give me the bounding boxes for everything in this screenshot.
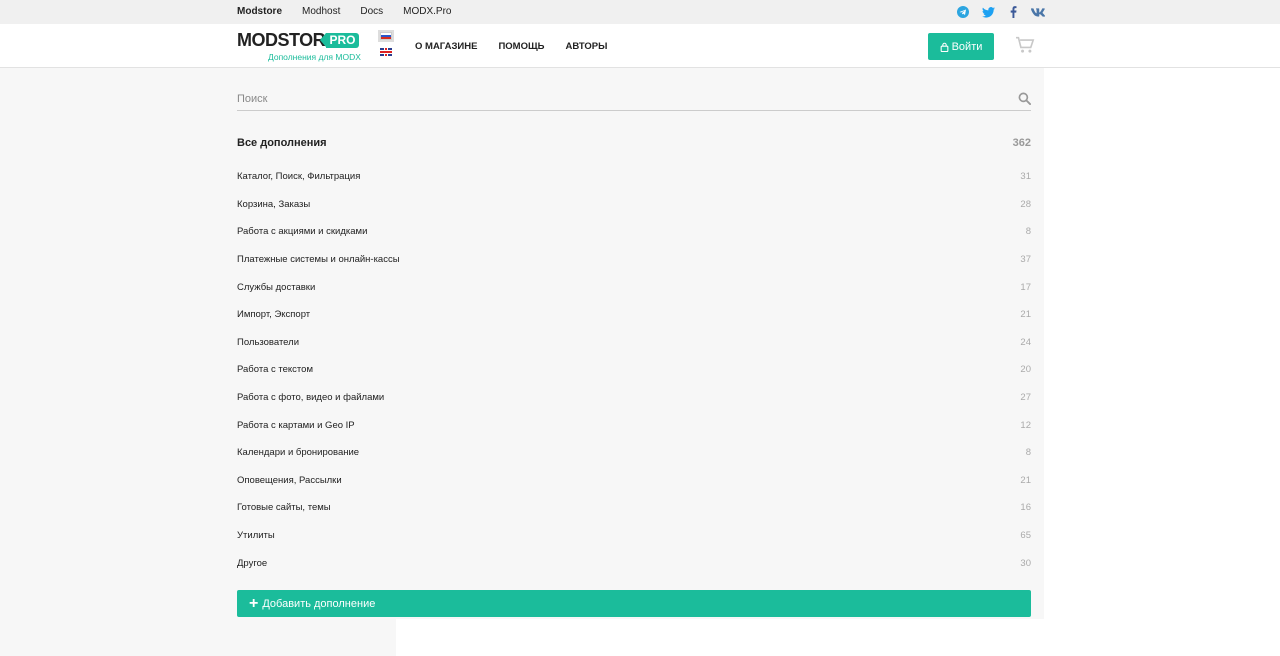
login-button[interactable]: Войти [928,33,994,60]
category-name: Работа с картами и Geo IP [237,419,355,431]
category-count: 362 [1012,137,1031,149]
category-item[interactable]: Работа с акциями и скидками 8 [237,218,1031,246]
category-count: 65 [1020,530,1031,542]
category-item[interactable]: Другое 30 [237,549,1031,577]
facebook-icon[interactable] [1006,5,1020,19]
category-count: 17 [1020,281,1031,293]
category-item[interactable]: Готовые сайты, темы 16 [237,494,1031,522]
category-name: Корзина, Заказы [237,198,311,210]
category-item[interactable]: Утилиты 65 [237,522,1031,550]
category-item[interactable]: Календари и бронирование 8 [237,439,1031,467]
logo-badge: PRO [320,33,359,48]
category-name: Утилиты [237,530,275,542]
category-name: Пользователи [237,336,300,348]
category-name: Работа с текстом [237,364,313,376]
category-name: Календари и бронирование [237,447,360,459]
category-name: Службы доставки [237,281,316,293]
nav-about[interactable]: О МАГАЗИНЕ [415,41,477,52]
category-name: Каталог, Поиск, Фильтрация [237,171,361,183]
category-count: 28 [1020,198,1031,210]
category-rows: Каталог, Поиск, Фильтрация 31 Корзина, Зак… [237,163,1031,577]
topbar: Modstore Modhost Docs MODX.Pro [0,0,1280,24]
toplink-modx-pro[interactable]: MODX.Pro [403,0,451,24]
category-name: Работа с фото, видео и файлами [237,392,385,404]
category-all[interactable]: Все дополнения 362 [237,129,1031,157]
lang-ru[interactable] [378,30,394,42]
category-item[interactable]: Работа с текстом 20 [237,356,1031,384]
add-addon-button[interactable]: + Добавить дополнение [237,590,1031,617]
russia-flag-icon [380,32,392,40]
search-input[interactable] [237,90,997,108]
category-item[interactable]: Пользователи 24 [237,329,1031,357]
category-count: 27 [1020,392,1031,404]
toplink-modhost[interactable]: Modhost [302,0,340,24]
vk-icon[interactable] [1031,5,1045,19]
category-name: Другое [237,557,268,569]
lock-icon [940,42,948,52]
category-name: Платежные системы и онлайн-кассы [237,254,400,266]
category-name: Готовые сайты, темы [237,502,331,514]
nav-help[interactable]: ПОМОЩЬ [498,41,544,52]
category-count: 12 [1020,419,1031,431]
category-item[interactable]: Службы доставки 17 [237,273,1031,301]
uk-flag-icon[interactable] [380,48,392,56]
category-count: 20 [1020,364,1031,376]
nav-authors[interactable]: АВТОРЫ [565,41,607,52]
category-item[interactable]: Каталог, Поиск, Фильтрация 31 [237,163,1031,191]
twitter-icon[interactable] [981,5,995,19]
category-count: 24 [1020,336,1031,348]
add-addon-label: Добавить дополнение [262,597,376,610]
category-item[interactable]: Работа с фото, видео и файлами 27 [237,384,1031,412]
category-item[interactable]: Работа с картами и Geo IP 12 [237,411,1031,439]
category-count: 8 [1025,226,1031,238]
category-item[interactable]: Оповещения, Рассылки 21 [237,467,1031,495]
category-item[interactable]: Платежные системы и онлайн-кассы 37 [237,246,1031,274]
logo[interactable]: MODSTORE PRO Дополнения для MODX [237,30,361,64]
telegram-icon[interactable] [956,5,970,19]
category-count: 37 [1020,254,1031,266]
search-bar [237,86,1031,111]
site-header: MODSTORE PRO Дополнения для MODX О МАГАЗ… [0,24,1280,68]
toplink-modstore[interactable]: Modstore [237,0,282,24]
category-count: 21 [1020,309,1031,321]
category-count: 21 [1020,474,1031,486]
main-nav: О МАГАЗИНЕ ПОМОЩЬ АВТОРЫ [415,24,628,68]
login-label: Войти [951,40,983,53]
language-switcher [378,30,394,64]
category-name: Все дополнения [237,137,327,149]
category-name: Импорт, Экспорт [237,309,311,321]
category-item[interactable]: Корзина, Заказы 28 [237,191,1031,219]
category-name: Работа с акциями и скидками [237,226,368,238]
search-icon[interactable] [1018,92,1031,105]
category-count: 31 [1020,171,1031,183]
category-count: 30 [1020,557,1031,569]
cart-icon[interactable] [1015,36,1035,54]
category-list: Все дополнения 362 Каталог, Поиск, Фильт… [237,129,1031,577]
panel-bottom [0,619,396,656]
category-count: 8 [1025,447,1031,459]
social-links [945,5,1045,19]
category-count: 16 [1020,502,1031,514]
category-item[interactable]: Импорт, Экспорт 21 [237,301,1031,329]
category-name: Оповещения, Рассылки [237,474,342,486]
logo-subtitle: Дополнения для MODX [268,52,361,62]
plus-icon: + [249,594,259,612]
toplink-docs[interactable]: Docs [360,0,383,24]
